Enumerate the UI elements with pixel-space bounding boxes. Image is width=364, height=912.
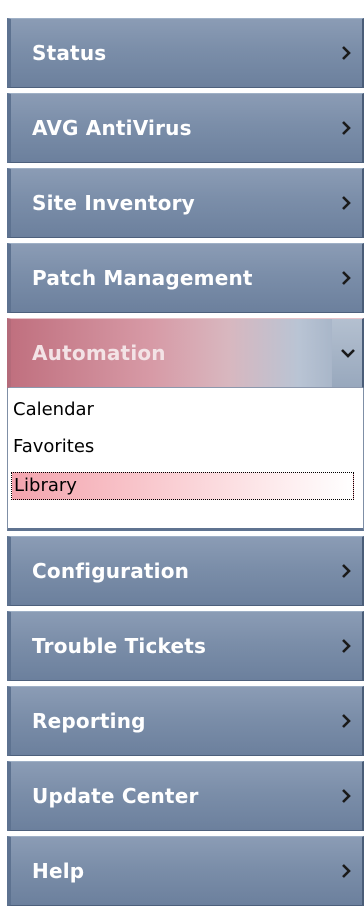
automation-submenu: Calendar Favorites Library: [7, 388, 364, 531]
submenu-item-favorites[interactable]: Favorites: [11, 433, 94, 461]
menu-item-label: AVG AntiVirus: [32, 116, 192, 140]
menu-item-update-center[interactable]: Update Center: [7, 761, 364, 831]
chevron-right-icon: [336, 537, 356, 605]
menu-item-label: Site Inventory: [32, 191, 195, 215]
menu-item-label: Reporting: [32, 709, 146, 733]
menu-item-label: Help: [32, 859, 85, 883]
menu-item-label: Trouble Tickets: [32, 634, 207, 658]
menu-item-trouble-tickets[interactable]: Trouble Tickets: [7, 611, 364, 681]
chevron-right-icon: [336, 19, 356, 87]
menu-item-label: Configuration: [32, 559, 190, 583]
chevron-right-icon: [336, 244, 356, 312]
submenu-item-library[interactable]: Library: [11, 472, 354, 500]
chevron-right-icon: [336, 837, 356, 905]
chevron-right-icon: [336, 169, 356, 237]
chevron-down-icon: [338, 319, 358, 387]
chevron-right-icon: [336, 612, 356, 680]
submenu-item-calendar[interactable]: Calendar: [11, 396, 94, 424]
menu-item-configuration[interactable]: Configuration: [7, 536, 364, 606]
menu-item-status[interactable]: Status: [7, 18, 364, 88]
chevron-right-icon: [336, 94, 356, 162]
menu-item-label: Update Center: [32, 784, 199, 808]
menu-item-site-inventory[interactable]: Site Inventory: [7, 168, 364, 238]
menu-item-automation[interactable]: Automation: [7, 318, 364, 388]
menu-item-label: Automation: [32, 341, 166, 365]
menu-item-patch-management[interactable]: Patch Management: [7, 243, 364, 313]
menu-item-help[interactable]: Help: [7, 836, 364, 906]
chevron-right-icon: [336, 762, 356, 830]
navigation-menu: Status AVG AntiVirus Site Inventory Patc…: [7, 18, 364, 911]
menu-item-reporting[interactable]: Reporting: [7, 686, 364, 756]
menu-item-avg-antivirus[interactable]: AVG AntiVirus: [7, 93, 364, 163]
menu-item-label: Patch Management: [32, 266, 253, 290]
chevron-right-icon: [336, 687, 356, 755]
menu-item-label: Status: [32, 41, 107, 65]
